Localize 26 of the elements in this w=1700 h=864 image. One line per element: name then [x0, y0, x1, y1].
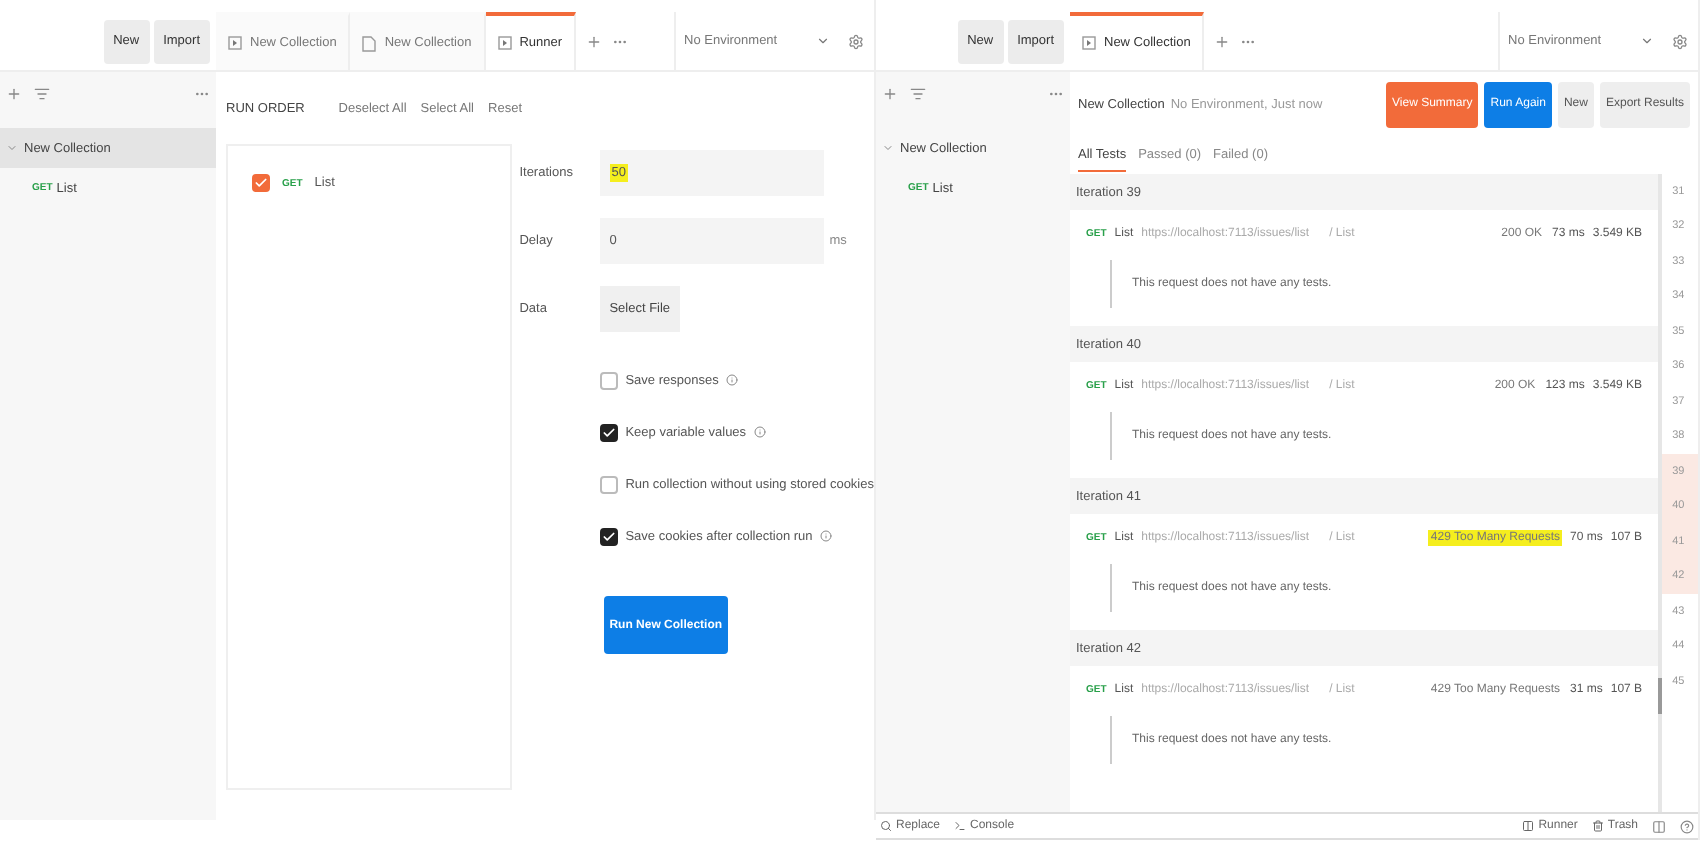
- info-icon[interactable]: [820, 530, 833, 542]
- plus-icon[interactable]: [6, 86, 22, 102]
- info-icon[interactable]: [726, 374, 739, 386]
- play-box-icon: [497, 36, 512, 50]
- trash-icon: [1591, 820, 1604, 832]
- checkbox[interactable]: [599, 475, 618, 493]
- checkbox[interactable]: [252, 174, 270, 192]
- columns-icon[interactable]: [1652, 819, 1666, 833]
- help-icon[interactable]: [1680, 819, 1694, 833]
- chevron-down-icon: [1640, 34, 1654, 48]
- info-icon[interactable]: [754, 426, 767, 438]
- chevron-down-icon: [816, 34, 830, 48]
- chevron-icon[interactable]: [882, 142, 894, 154]
- scrollbar-thumb: [1658, 678, 1663, 714]
- checkbox[interactable]: [599, 423, 618, 441]
- checkbox[interactable]: [599, 371, 618, 389]
- filter-icon[interactable]: [34, 86, 50, 102]
- chevron-icon[interactable]: [6, 142, 18, 154]
- search-icon: [880, 820, 892, 832]
- checkbox[interactable]: [599, 527, 618, 545]
- play-box-icon: [1082, 36, 1096, 50]
- plus-icon[interactable]: [882, 86, 898, 102]
- filter-icon[interactable]: [910, 86, 926, 102]
- play-box-icon: [228, 36, 242, 50]
- document-icon: [362, 35, 377, 51]
- columns-icon: [1522, 820, 1535, 832]
